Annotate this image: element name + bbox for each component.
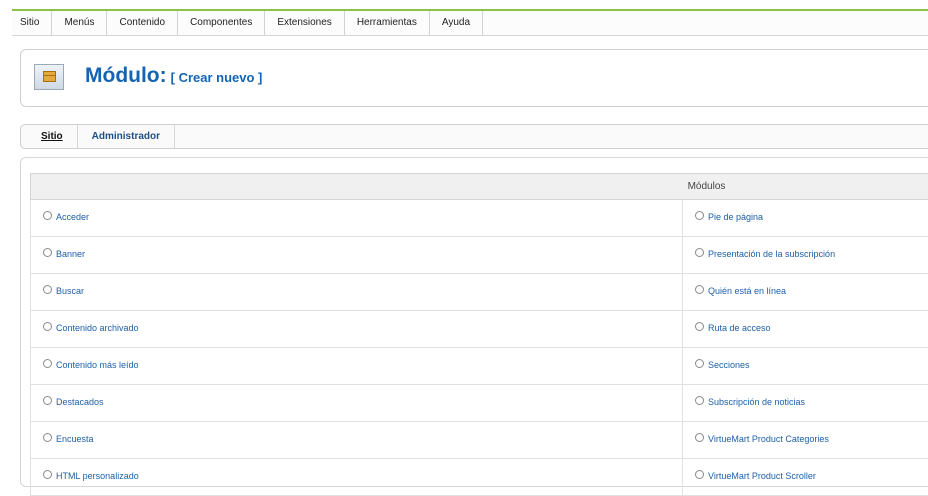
radio-button[interactable] [43,359,52,368]
module-option[interactable]: VirtueMart Product Scroller [695,471,816,481]
radio-button[interactable] [695,359,704,368]
module-option-label[interactable]: Contenido más leído [56,360,139,370]
module-option[interactable]: Subscripción de noticias [695,397,805,407]
module-option[interactable]: Quién está en línea [695,286,786,296]
module-option[interactable]: Presentación de la subscripción [695,249,835,259]
radio-button[interactable] [43,248,52,257]
menu-item-menus[interactable]: Menús [52,11,107,35]
menu-item-componentes[interactable]: Componentes [178,11,265,35]
page-subtitle: [ Crear nuevo ] [171,70,263,85]
radio-button[interactable] [695,248,704,257]
module-option[interactable]: Ruta de acceso [695,323,771,333]
table-row: Acceder Pie de página [31,200,928,237]
menu-item-extensiones[interactable]: Extensiones [265,11,344,35]
module-option[interactable]: HTML personalizado [43,471,139,481]
module-option-label[interactable]: Destacados [56,397,104,407]
page-title-text: Módulo: [85,64,167,87]
radio-button[interactable] [43,285,52,294]
module-option[interactable]: VirtueMart Product Categories [695,434,829,444]
module-option[interactable]: Buscar [43,286,84,296]
module-option[interactable]: Pie de página [695,212,763,222]
tab-sitio[interactable]: Sitio [21,125,78,148]
table-row: Banner Presentación de la subscripción [31,237,928,274]
table-row: Buscar Quién está en línea [31,274,928,311]
module-option-label[interactable]: Banner [56,249,85,259]
page-header: Módulo: [ Crear nuevo ] [20,49,928,107]
radio-button[interactable] [43,211,52,220]
table-row: Contenido más leído Secciones [31,348,928,385]
radio-button[interactable] [695,285,704,294]
menu-item-sitio[interactable]: Sitio [12,11,52,35]
radio-button[interactable] [695,470,704,479]
module-option[interactable]: Acceder [43,212,89,222]
module-option[interactable]: Secciones [695,360,750,370]
radio-button[interactable] [43,433,52,442]
radio-button[interactable] [43,396,52,405]
table-row: Contenido archivado Ruta de acceso [31,311,928,348]
module-box-icon [34,64,64,90]
module-option-label[interactable]: Presentación de la subscripción [708,249,835,259]
table-header-label: Módulos [688,181,726,192]
module-option-label[interactable]: HTML personalizado [56,471,139,481]
module-option-label[interactable]: Acceder [56,212,89,222]
menu-item-ayuda[interactable]: Ayuda [430,11,483,35]
table-row: Destacados Subscripción de noticias [31,385,928,422]
menu-item-herramientas[interactable]: Herramientas [345,11,430,35]
module-option[interactable]: Contenido más leído [43,360,139,370]
radio-button[interactable] [695,396,704,405]
module-option-label[interactable]: VirtueMart Product Categories [708,434,829,444]
tab-administrador[interactable]: Administrador [78,125,175,148]
module-option-label[interactable]: VirtueMart Product Scroller [708,471,816,481]
module-option-label[interactable]: Contenido archivado [56,323,139,333]
menu-item-contenido[interactable]: Contenido [107,11,178,35]
radio-button[interactable] [695,211,704,220]
module-option[interactable]: Destacados [43,397,104,407]
radio-button[interactable] [43,470,52,479]
table-row: HTML personalizado VirtueMart Product Sc… [31,459,928,496]
module-option-label[interactable]: Pie de página [708,212,763,222]
table-row: Encuesta VirtueMart Product Categories [31,422,928,459]
radio-button[interactable] [43,322,52,331]
table-header: Módulos [31,174,928,200]
module-option-label[interactable]: Buscar [56,286,84,296]
module-list-panel: Módulos Acceder Pie de página Banner Pre… [20,157,928,487]
radio-button[interactable] [695,433,704,442]
top-menu-bar: Sitio Menús Contenido Componentes Extens… [12,9,928,36]
module-option[interactable]: Contenido archivado [43,323,139,333]
module-type-table: Módulos Acceder Pie de página Banner Pre… [30,173,928,496]
module-option-label[interactable]: Secciones [708,360,750,370]
client-tabs: Sitio Administrador [20,124,928,149]
module-option-label[interactable]: Ruta de acceso [708,323,771,333]
module-option[interactable]: Banner [43,249,85,259]
module-option-label[interactable]: Quién está en línea [708,286,786,296]
module-option[interactable]: Encuesta [43,434,94,444]
module-option-label[interactable]: Encuesta [56,434,94,444]
page-title: Módulo: [ Crear nuevo ] [85,64,262,88]
module-option-label[interactable]: Subscripción de noticias [708,397,805,407]
radio-button[interactable] [695,322,704,331]
